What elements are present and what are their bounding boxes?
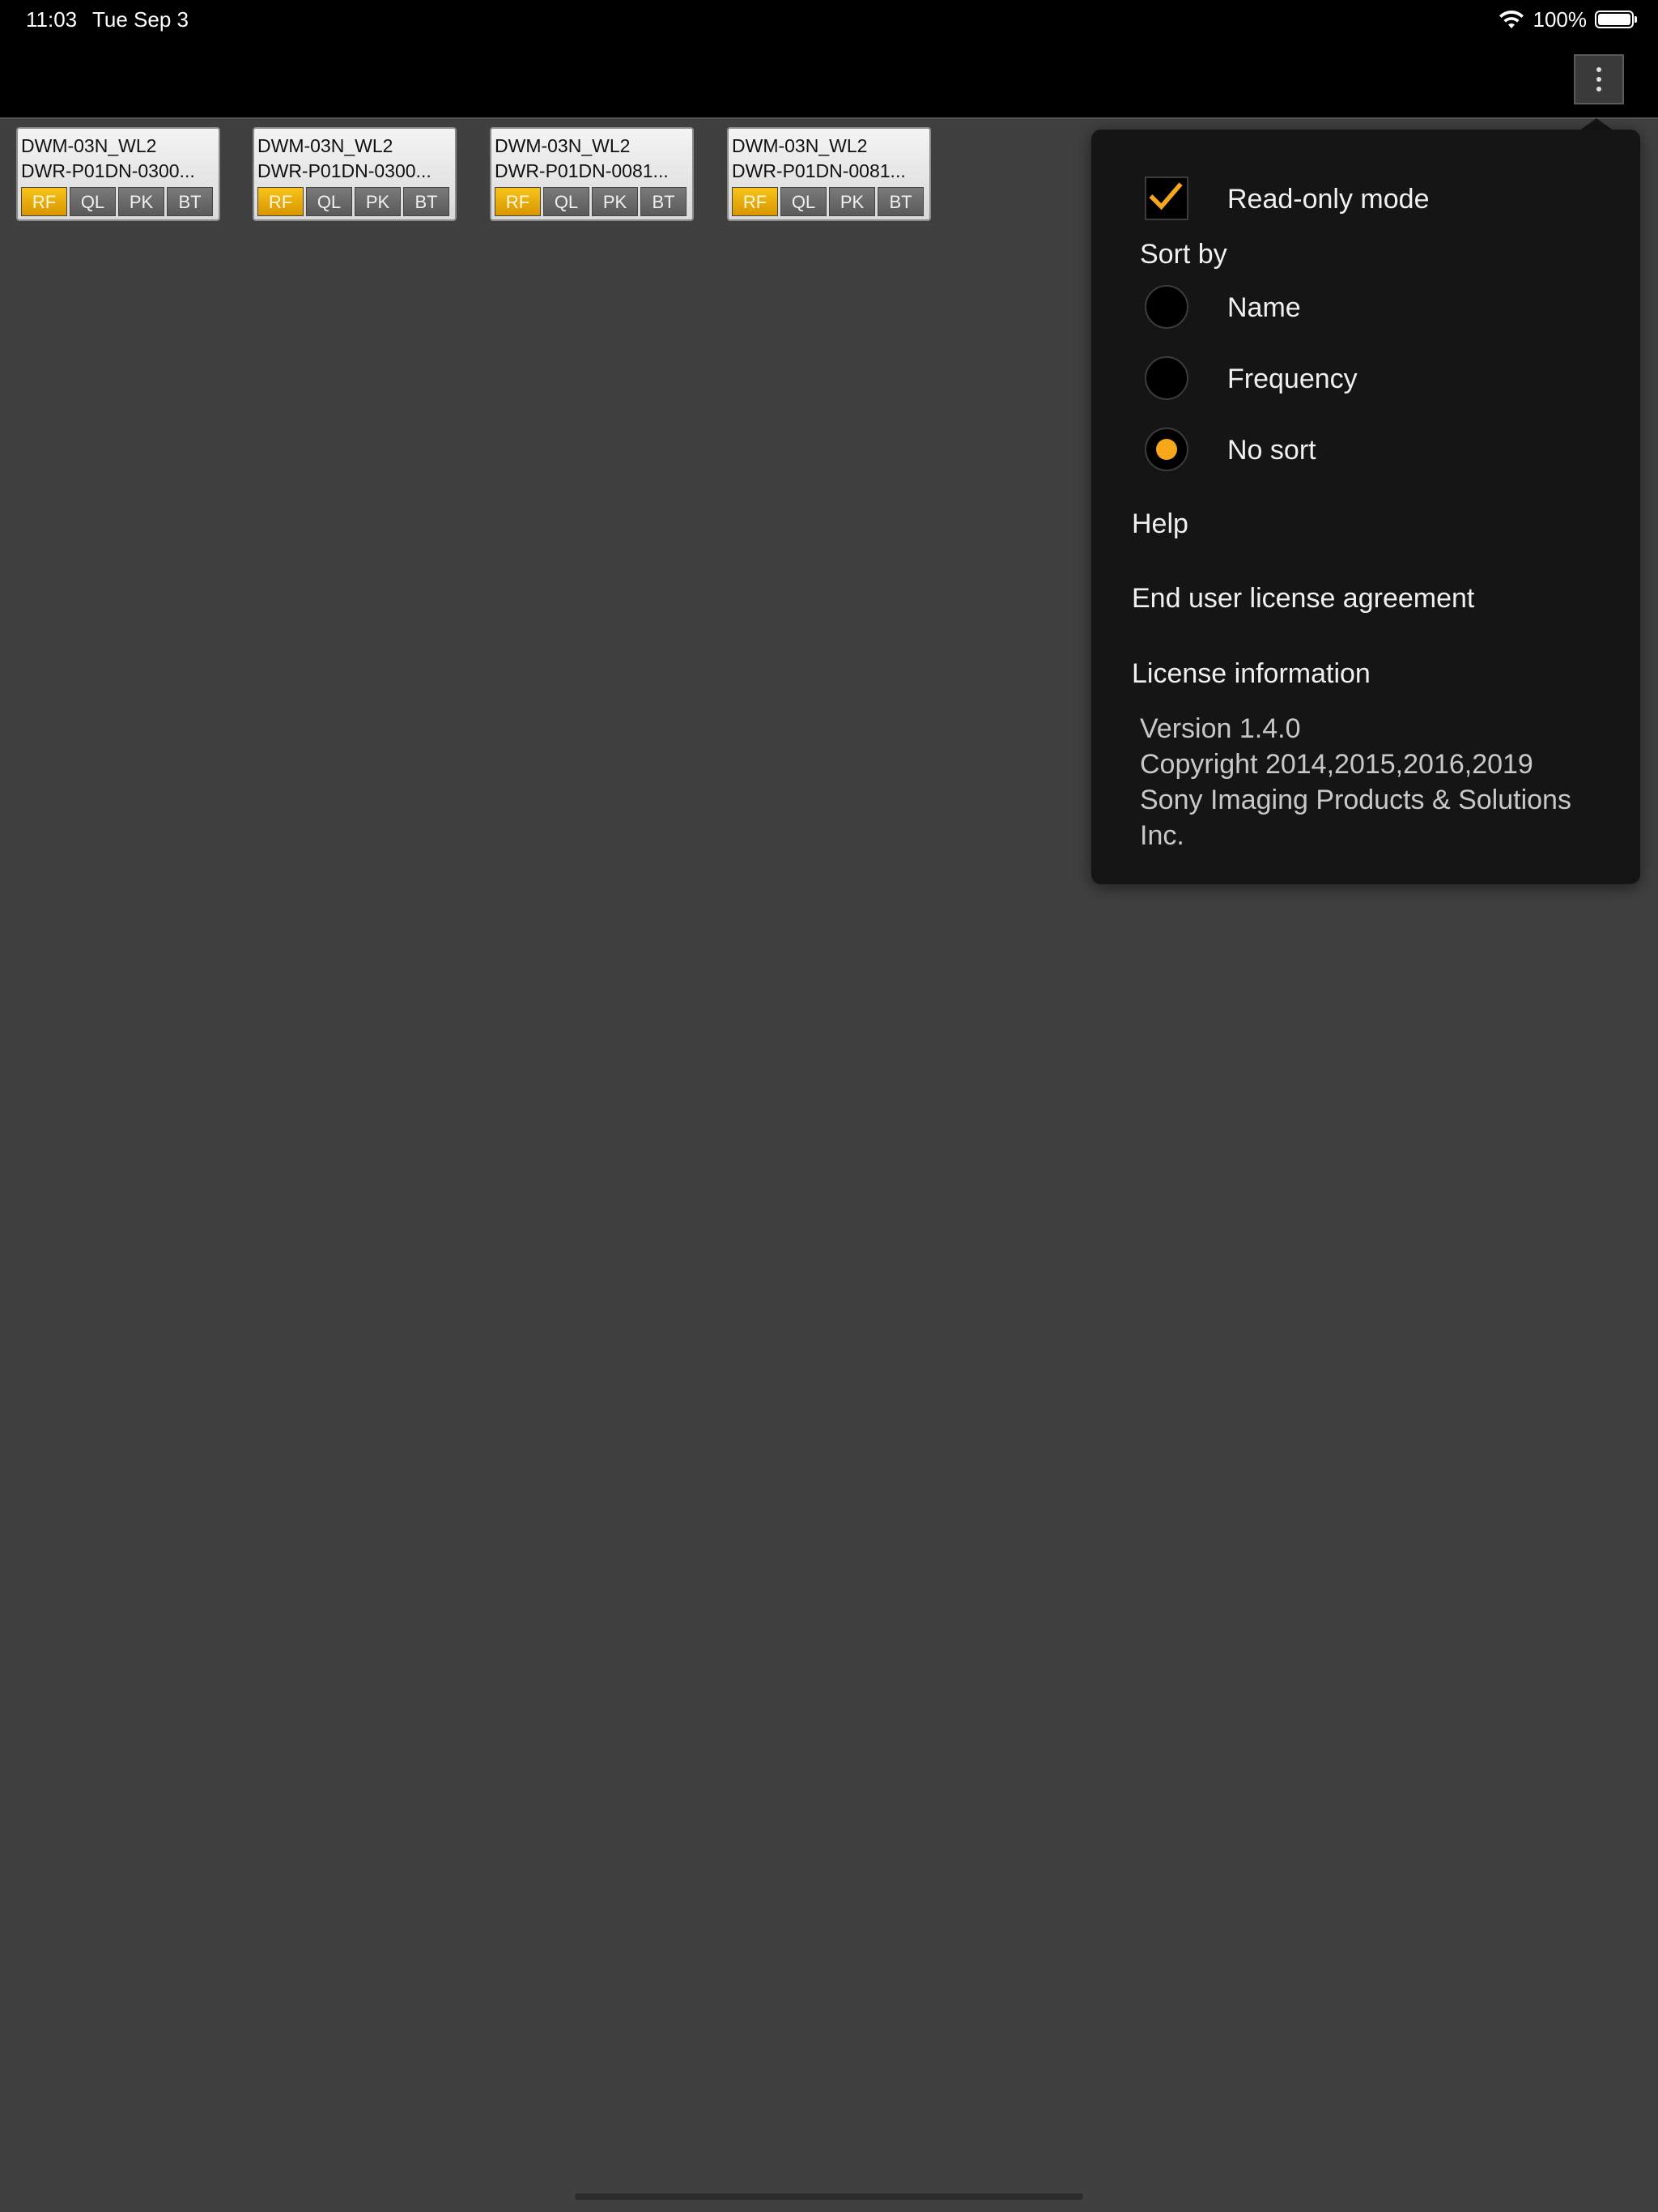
sort-frequency-radio[interactable] (1145, 356, 1188, 400)
wifi-icon (1499, 10, 1524, 28)
device-model: DWM-03N_WL2 (495, 135, 631, 156)
ql-button[interactable]: QL (543, 187, 589, 216)
rf-button[interactable]: RF (21, 187, 67, 216)
status-date: Tue Sep 3 (92, 7, 189, 32)
sort-none-radio[interactable] (1145, 428, 1188, 471)
rf-button[interactable]: RF (257, 187, 304, 216)
ql-button[interactable]: QL (70, 187, 116, 216)
checkmark-icon (1149, 182, 1183, 211)
device-name: DWR-P01DN-0300... (21, 160, 195, 181)
device-buttons: RF QL PK BT (257, 187, 449, 216)
read-only-checkbox[interactable] (1145, 177, 1188, 220)
home-indicator[interactable] (575, 2193, 1083, 2200)
more-vertical-icon-dot (1596, 77, 1601, 82)
device-model: DWM-03N_WL2 (732, 135, 868, 156)
device-name: DWR-P01DN-0081... (732, 160, 906, 181)
device-name: DWR-P01DN-0300... (257, 160, 432, 181)
pk-button[interactable]: PK (118, 187, 164, 216)
battery-level (1598, 14, 1630, 25)
ql-button[interactable]: QL (780, 187, 827, 216)
device-buttons: RF QL PK BT (732, 187, 924, 216)
more-options-button[interactable] (1574, 54, 1624, 104)
screen: 11:03 Tue Sep 3 100% DWM-03N_WL2 DWR-P01… (0, 0, 1658, 2212)
battery-percent: 100% (1533, 6, 1588, 32)
device-tile[interactable]: DWM-03N_WL2 DWR-P01DN-0300... RF QL PK B… (16, 127, 220, 221)
device-tile[interactable]: DWM-03N_WL2 DWR-P01DN-0081... RF QL PK B… (727, 127, 931, 221)
device-model: DWM-03N_WL2 (21, 135, 157, 156)
company-text-line1: Sony Imaging Products & Solutions (1140, 785, 1571, 815)
more-vertical-icon-dot (1596, 87, 1601, 91)
company-text-line2: Inc. (1140, 820, 1184, 851)
top-bar: 11:03 Tue Sep 3 100% (0, 0, 1658, 119)
device-buttons: RF QL PK BT (21, 187, 213, 216)
device-tile[interactable]: DWM-03N_WL2 DWR-P01DN-0081... RF QL PK B… (490, 127, 694, 221)
bt-button[interactable]: BT (878, 187, 924, 216)
sort-none-label[interactable]: No sort (1227, 434, 1316, 466)
help-item[interactable]: Help (1132, 508, 1188, 540)
device-name: DWR-P01DN-0081... (495, 160, 669, 181)
bt-button[interactable]: BT (167, 187, 213, 216)
status-indicators: 100% (1498, 6, 1637, 32)
device-model: DWM-03N_WL2 (257, 135, 393, 156)
battery-icon (1595, 11, 1637, 28)
license-info-item[interactable]: License information (1132, 657, 1371, 690)
status-time: 11:03 (26, 7, 78, 32)
rf-button[interactable]: RF (732, 187, 778, 216)
sort-name-label[interactable]: Name (1227, 291, 1301, 324)
radio-selected-dot (1156, 439, 1177, 460)
device-tile[interactable]: DWM-03N_WL2 DWR-P01DN-0300... RF QL PK B… (253, 127, 457, 221)
device-buttons: RF QL PK BT (495, 187, 687, 216)
sort-by-heading: Sort by (1140, 239, 1227, 270)
more-vertical-icon (1596, 67, 1601, 72)
sort-frequency-label[interactable]: Frequency (1227, 363, 1358, 395)
sort-name-radio[interactable] (1145, 285, 1188, 329)
pk-button[interactable]: PK (355, 187, 401, 216)
eula-item[interactable]: End user license agreement (1132, 582, 1474, 615)
ql-button[interactable]: QL (306, 187, 352, 216)
pk-button[interactable]: PK (592, 187, 638, 216)
bt-button[interactable]: BT (403, 187, 449, 216)
bt-button[interactable]: BT (640, 187, 687, 216)
version-text: Version 1.4.0 (1140, 713, 1301, 744)
read-only-label[interactable]: Read-only mode (1227, 183, 1429, 215)
pk-button[interactable]: PK (829, 187, 875, 216)
copyright-text: Copyright 2014,2015,2016,2019 (1140, 749, 1533, 780)
rf-button[interactable]: RF (495, 187, 541, 216)
